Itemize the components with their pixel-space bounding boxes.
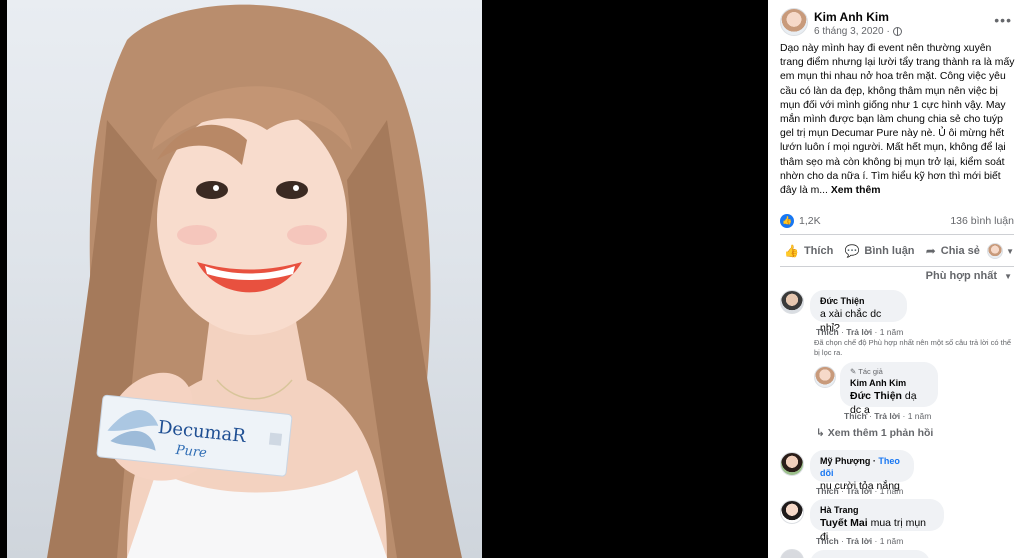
reply-author-avatar[interactable] xyxy=(814,366,836,388)
commenter-name[interactable]: Mỹ Phượng xyxy=(820,456,870,466)
post-actions: 👍 Thích 💬 Bình luận ➦ Chia sẻ ▼ xyxy=(780,238,1014,264)
comment-button-label: Bình luận xyxy=(864,245,915,257)
comment-sort-label: Phù hợp nhất xyxy=(925,270,998,282)
commenter-avatar[interactable] xyxy=(780,290,804,314)
comment-bubble: Mỹ Phượng · Theo dõi nụ cười tỏa nắng xyxy=(810,450,914,492)
reply-like-button[interactable]: Thích xyxy=(844,411,867,421)
comment-time[interactable]: 1 năm xyxy=(880,536,904,546)
post-as-selector[interactable]: ▼ xyxy=(987,243,1014,259)
view-more-replies-label: Xem thêm 1 phản hồi xyxy=(827,427,934,439)
comment-reply-button[interactable]: Trả lời xyxy=(846,327,872,337)
see-more-link[interactable]: Xem thêm xyxy=(831,185,881,196)
commenter-avatar[interactable] xyxy=(780,500,804,524)
comment-time[interactable]: 1 năm xyxy=(880,327,904,337)
post-meta: 6 tháng 3, 2020 · xyxy=(814,26,902,37)
reply-time[interactable]: 1 năm xyxy=(908,411,932,421)
author-badge-label: Tác giả xyxy=(858,367,883,376)
user-avatar xyxy=(987,243,1004,259)
thumbs-up-icon: 👍 xyxy=(784,244,799,258)
post-stats: 👍 1,2K 136 bình luận xyxy=(780,212,1014,230)
view-more-replies[interactable]: ↳ Xem thêm 1 phản hồi xyxy=(816,427,933,439)
like-button[interactable]: 👍 Thích xyxy=(780,242,837,260)
woman-holding-product-image: DecumaR Pure xyxy=(47,4,462,558)
mention-link[interactable]: Đức Thiện xyxy=(850,390,902,402)
post-panel: Kim Anh Kim 6 tháng 3, 2020 · ••• Dạo nà… xyxy=(768,0,1024,558)
comment-count[interactable]: 136 bình luận xyxy=(950,215,1014,227)
post-photo[interactable]: DecumaR Pure xyxy=(7,0,482,558)
reply-actions: Thích · Trả lời · 1 năm xyxy=(844,411,932,421)
commenter-name[interactable]: Hà Trang xyxy=(820,504,934,516)
like-reaction-icon: 👍 xyxy=(780,214,794,228)
author-avatar[interactable] xyxy=(780,8,808,36)
caret-down-icon: ▼ xyxy=(1004,272,1012,281)
comment-like-button[interactable]: Thích xyxy=(816,486,839,496)
comment-actions: Thích · Trả lời · 1 năm xyxy=(816,327,904,337)
comment-bubble: Hà Trang Tuyết Mai mua trị mụn đi xyxy=(810,499,944,543)
share-button[interactable]: ➦ Chia sẻ xyxy=(922,242,984,260)
commenter-name-row: Mỹ Phượng · Theo dõi xyxy=(820,456,900,478)
share-arrow-icon: ➦ xyxy=(925,244,936,258)
divider xyxy=(780,234,1014,235)
post-header: Kim Anh Kim 6 tháng 3, 2020 · ••• xyxy=(780,8,1014,42)
comment-reply-button[interactable]: Trả lời xyxy=(846,536,872,546)
comment-actions: Thích · Trả lời · 1 năm xyxy=(816,486,904,496)
comment-bubble: Đức Thiện a xài chắc dc nhỉ? xyxy=(810,290,907,334)
comment-like-button[interactable]: Thích xyxy=(816,536,839,546)
comment-actions: Thích · Trả lời · 1 năm xyxy=(816,536,904,546)
reply-reply-button[interactable]: Trả lời xyxy=(874,411,900,421)
post-caption-text: Dạo này mình hay đi event nên thường xuy… xyxy=(780,43,1015,197)
comment-sort-dropdown[interactable]: Phù hợp nhất ▼ xyxy=(926,270,1012,282)
globe-icon xyxy=(892,27,902,36)
comment-like-button[interactable]: Thích xyxy=(816,327,839,337)
reaction-count[interactable]: 1,2K xyxy=(799,215,821,227)
comment-bubble-icon: 💬 xyxy=(844,244,860,258)
pencil-icon: ✎ xyxy=(850,367,857,376)
commenter-avatar[interactable] xyxy=(780,452,804,476)
reply-author-name[interactable]: Kim Anh Kim xyxy=(850,377,928,389)
commenter-avatar[interactable] xyxy=(780,549,804,558)
commenter-name[interactable]: Đức Thiện xyxy=(820,295,897,307)
divider xyxy=(780,266,1014,267)
like-button-label: Thích xyxy=(803,245,834,257)
comment-bubble xyxy=(810,550,930,558)
comment-reply-button[interactable]: Trả lời xyxy=(846,486,872,496)
author-name[interactable]: Kim Anh Kim xyxy=(814,10,889,24)
post-date[interactable]: 6 tháng 3, 2020 xyxy=(814,26,884,37)
photo-viewer: DecumaR Pure xyxy=(0,0,768,558)
share-button-label: Chia sẻ xyxy=(940,245,980,257)
reply-bubble: ✎ Tác giả Kim Anh Kim Đức Thiện dạ dc ạ xyxy=(840,362,938,416)
comment-time[interactable]: 1 năm xyxy=(880,486,904,496)
filter-note: Đã chọn chế độ Phù hợp nhất nên một số c… xyxy=(814,338,1012,357)
post-caption: Dạo này mình hay đi event nên thường xuy… xyxy=(780,42,1016,198)
mention-link[interactable]: Tuyết Mai xyxy=(820,517,868,529)
author-badge: ✎ Tác giả xyxy=(850,367,928,377)
more-options-button[interactable]: ••• xyxy=(994,12,1012,28)
chevron-down-icon: ▼ xyxy=(1006,246,1014,256)
reply-arrow-icon: ↳ xyxy=(816,427,825,439)
comment-button[interactable]: 💬 Bình luận xyxy=(840,242,918,260)
